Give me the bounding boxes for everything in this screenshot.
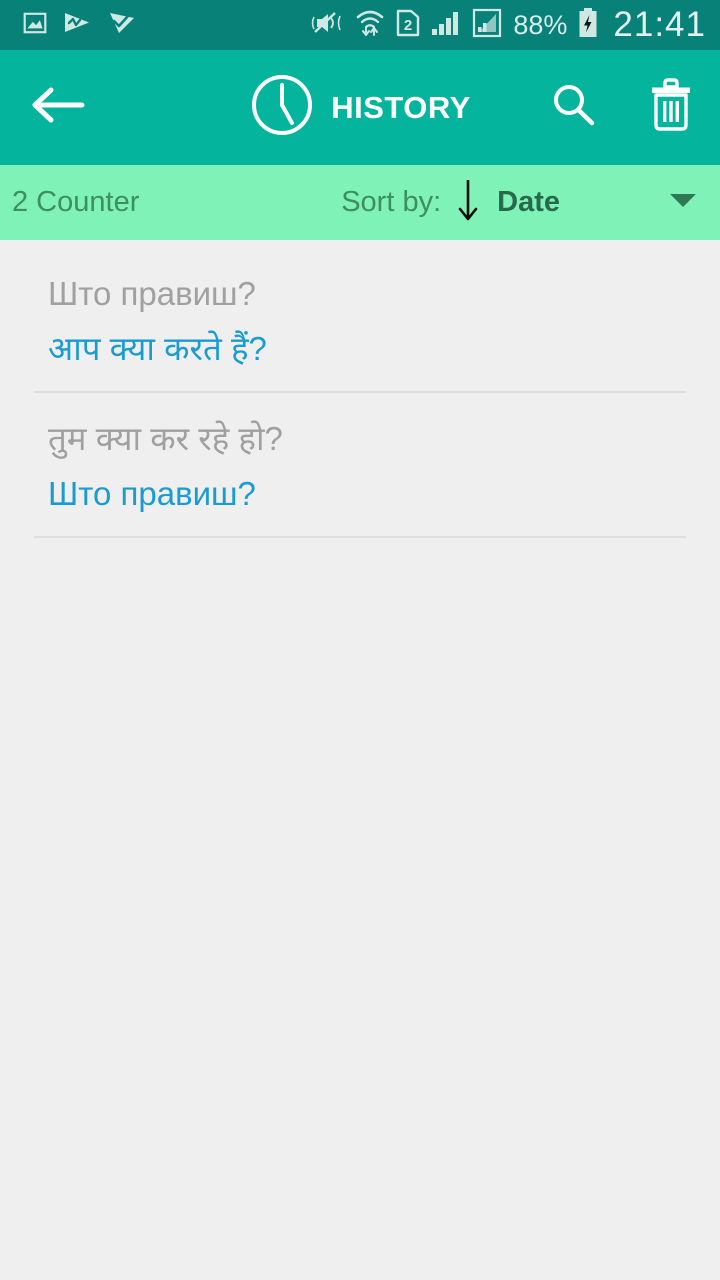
clock-icon [249,72,315,143]
status-bar: 2 88% 21:41 [0,0,720,50]
mute-vibrate-icon [310,9,344,42]
gallery-notification-icon [22,10,48,41]
trash-icon [647,77,695,138]
app-bar-actions [544,75,700,141]
page-title: HISTORY [331,89,471,125]
mobile-data-icon [472,8,502,43]
status-bar-notifications [22,10,138,41]
back-arrow-icon [29,85,85,130]
history-item[interactable]: तुम क्या कर रहे हो? Што правиш? [34,393,686,539]
status-bar-indicators: 2 88% 21:41 [310,5,706,45]
chevron-down-icon[interactable] [668,190,698,215]
history-list: Што правиш? आप क्या करते हैं? तुम क्या क… [0,240,720,539]
sim-card-icon: 2 [396,8,420,43]
svg-text:2: 2 [404,17,412,34]
arrow-down-icon[interactable] [455,176,481,229]
app-bar: HISTORY [0,50,720,165]
status-bar-clock: 21:41 [613,5,706,44]
sort-control[interactable]: Sort by: Date [341,176,698,229]
signal-bars-icon [431,9,461,42]
counter-label: 2 Counter [12,186,140,218]
search-button[interactable] [544,75,602,141]
history-target-text: Што правиш? [48,474,256,512]
battery-charging-icon [578,7,598,44]
back-button[interactable] [24,75,90,141]
player-notification-icon [63,10,93,41]
battery-percent-label: 88% [513,9,568,40]
delete-button[interactable] [642,75,700,141]
sort-value-label[interactable]: Date [497,186,560,219]
history-target-text: आप क्या करते हैं? [48,329,267,367]
check-notification-icon [108,10,138,41]
wifi-transfer-icon [355,8,385,43]
history-source-text: Што правиш? [48,275,256,312]
search-icon [548,80,598,135]
history-source-text: तुम क्या कर रहे हो? [48,420,283,458]
sort-by-label: Sort by: [341,186,442,218]
sort-bar: 2 Counter Sort by: Date [0,165,720,240]
history-item[interactable]: Што правиш? आप क्या करते हैं? [34,248,686,394]
